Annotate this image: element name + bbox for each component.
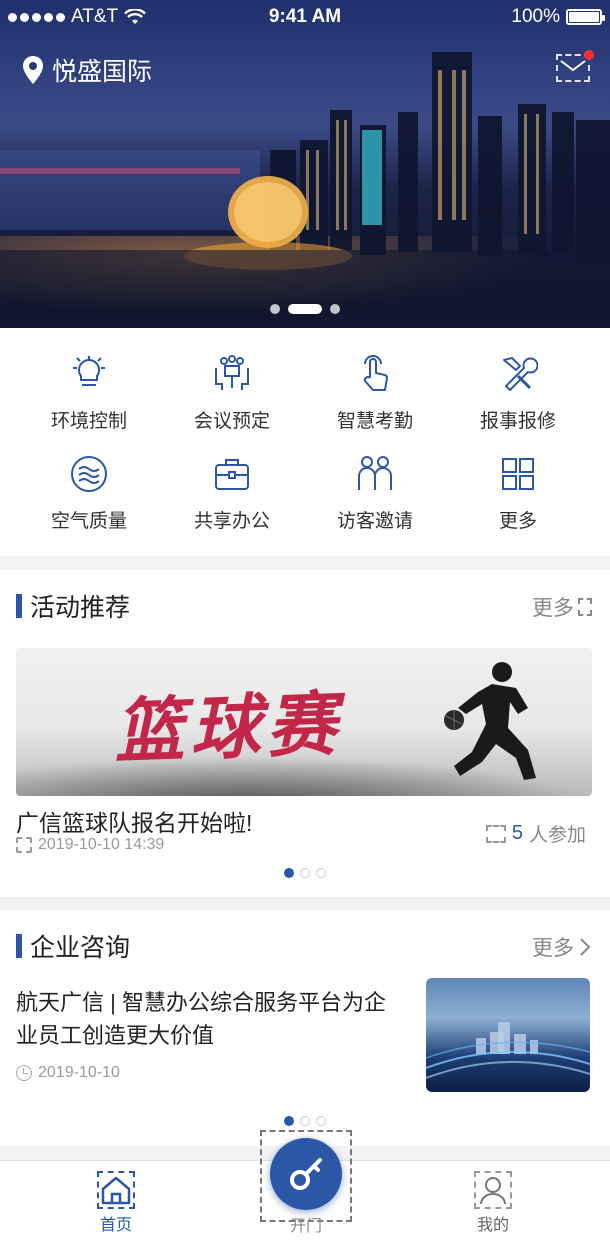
hero-banner[interactable]: AT&T 9:41 AM 100% 悦盛国际	[0, 0, 610, 328]
participants-count: 5	[511, 822, 523, 844]
service-shared-office[interactable]: 共享办公	[157, 454, 307, 540]
more-label: 更多	[532, 937, 574, 960]
key-icon	[290, 1158, 322, 1190]
tab-mine-label: 我的	[476, 1217, 509, 1234]
banner-dot[interactable]	[330, 304, 340, 314]
news-date-text: 2019-10-10	[38, 1064, 120, 1081]
status-right: 100%	[511, 6, 605, 28]
pager-dot[interactable]	[316, 1116, 326, 1126]
pager-dot[interactable]	[300, 868, 310, 878]
location-selector[interactable]: 悦盛国际	[22, 52, 152, 88]
tab-mine[interactable]: 我的	[433, 1171, 553, 1235]
open-door-button[interactable]	[270, 1138, 342, 1210]
mail-icon	[560, 60, 586, 72]
news-item-date: 2019-10-10	[16, 1064, 120, 1082]
service-grid: 环境控制 会议预定 智慧考勤 报事报修 空气质量 共享办公 访客邀请 更多	[0, 328, 610, 556]
activity-more-link[interactable]: 更多	[532, 592, 592, 622]
participants-icon	[485, 824, 506, 843]
tab-home-label: 首页	[99, 1217, 132, 1234]
service-label: 会议预定	[193, 411, 270, 432]
tools-icon	[498, 354, 538, 394]
banner-pager	[0, 304, 610, 314]
service-label: 空气质量	[50, 511, 127, 532]
open-door-tab[interactable]: 开门	[260, 1130, 352, 1235]
pager-dot-active[interactable]	[284, 1116, 294, 1126]
service-meeting-booking[interactable]: 会议预定	[157, 354, 307, 440]
pager-dot-active[interactable]	[284, 868, 294, 878]
news-thumbnail[interactable]	[426, 978, 590, 1092]
participants-suffix: 人参加	[528, 825, 586, 846]
battery-icon	[566, 9, 605, 25]
service-label: 共享办公	[193, 511, 270, 532]
pager-dot[interactable]	[316, 868, 326, 878]
news-pager	[0, 1116, 610, 1126]
news-section: 企业咨询 更多 航天广信 | 智慧办公综合服务平台为企业员工创造更大价值 201…	[0, 910, 610, 1146]
briefcase-icon	[212, 454, 252, 494]
service-environment-control[interactable]: 环境控制	[14, 354, 164, 440]
service-air-quality[interactable]: 空气质量	[14, 454, 164, 540]
pager-dot[interactable]	[300, 1116, 310, 1126]
status-bar: AT&T 9:41 AM 100%	[0, 0, 610, 34]
location-name: 悦盛国际	[52, 58, 153, 86]
service-label: 智慧考勤	[336, 411, 413, 432]
unread-badge	[584, 50, 594, 60]
news-more-link[interactable]: 更多	[532, 932, 592, 962]
service-label: 环境控制	[50, 411, 127, 432]
activity-section: 活动推荐 更多 篮球赛 广信篮球队报名开始啦! 2019-10-10 14:39…	[0, 570, 610, 897]
news-item-title[interactable]: 航天广信 | 智慧办公综合服务平台为企业员工创造更大价值	[16, 986, 406, 1052]
activity-title[interactable]: 广信篮球队报名开始啦!	[16, 804, 252, 838]
city-skyline-image	[0, 52, 610, 328]
chevron-right-icon	[578, 598, 592, 616]
chevron-right-icon	[580, 938, 591, 956]
more-label: 更多	[532, 597, 574, 620]
participants: 5 人参加	[485, 820, 586, 847]
activity-time-text: 2019-10-10 14:39	[38, 836, 165, 853]
banner-dot[interactable]	[270, 304, 280, 314]
clock-icon	[16, 1065, 32, 1081]
service-more[interactable]: 更多	[443, 454, 593, 540]
service-label: 更多	[498, 511, 537, 532]
air-icon	[69, 454, 109, 494]
service-label: 报事报修	[479, 411, 556, 432]
banner-dot-active[interactable]	[288, 304, 322, 314]
service-smart-attendance[interactable]: 智慧考勤	[300, 354, 450, 440]
activity-banner[interactable]: 篮球赛	[16, 648, 592, 796]
service-report-repair[interactable]: 报事报修	[443, 354, 593, 440]
touch-icon	[355, 354, 395, 394]
message-button[interactable]	[556, 50, 594, 82]
tab-home[interactable]: 首页	[56, 1171, 176, 1235]
activity-time: 2019-10-10 14:39	[16, 836, 164, 854]
bulb-icon	[69, 354, 109, 394]
section-title: 企业咨询	[16, 928, 130, 964]
user-icon	[474, 1171, 512, 1209]
location-pin-icon	[23, 56, 43, 84]
battery-percent: 100%	[511, 6, 560, 27]
meeting-icon	[212, 354, 252, 394]
home-icon	[97, 1171, 135, 1209]
open-door-label: 开门	[289, 1218, 322, 1235]
calendar-icon	[16, 837, 32, 853]
visitors-icon	[355, 454, 395, 494]
grid-icon	[498, 454, 538, 494]
section-title: 活动推荐	[16, 588, 130, 624]
basketball-player-image	[444, 662, 536, 780]
news-light-trails	[426, 1041, 590, 1079]
activity-pager	[0, 868, 610, 878]
banner-calligraphy: 篮球赛	[112, 682, 344, 773]
service-visitor-invite[interactable]: 访客邀请	[300, 454, 450, 540]
service-label: 访客邀请	[336, 511, 413, 532]
